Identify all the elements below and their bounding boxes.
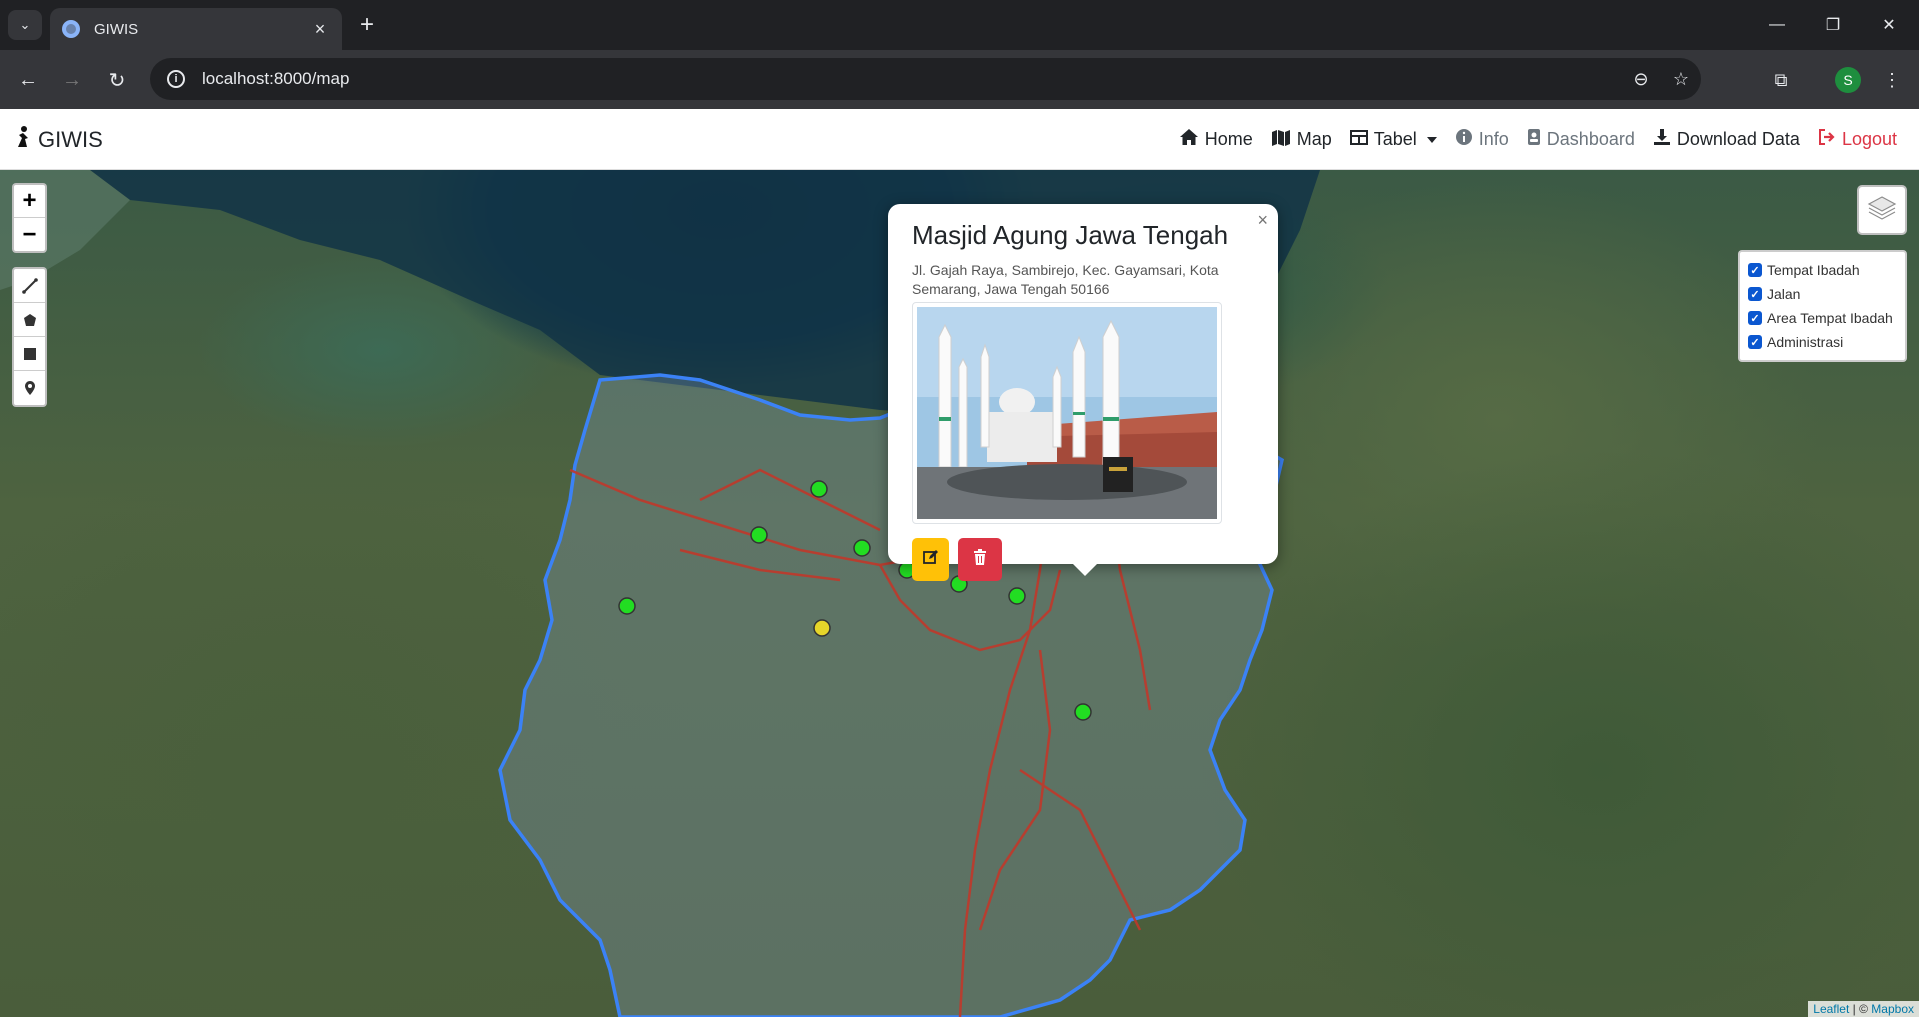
extensions-icon[interactable]: ⧉ [1765,64,1797,96]
info-icon [1455,128,1473,151]
layers-icon [1867,195,1897,226]
layer-toggle-area-tempat-ibadah[interactable]: ✓ Area Tempat Ibadah [1748,306,1897,330]
minimize-button[interactable]: — [1749,0,1805,50]
logout-icon [1818,129,1836,150]
edit-button[interactable] [912,538,949,581]
zoom-icon[interactable]: ⊖ [1621,69,1661,90]
reload-button[interactable]: ↻ [101,64,133,96]
close-window-button[interactable]: ✕ [1861,0,1917,50]
nav-tabel-dropdown[interactable]: Tabel [1349,129,1437,150]
id-badge-icon [1527,128,1541,151]
map-canvas[interactable]: + − ✓ Tempat Ibadah ✓ Jalan ✓ Area Tempat I… [0,170,1919,1017]
layer-toggle-administrasi[interactable]: ✓ Administrasi [1748,330,1897,354]
close-icon[interactable]: × [1257,210,1268,231]
tab-title: GIWIS [94,20,139,38]
zoom-in-button[interactable]: + [14,185,45,218]
menu-kebab-icon[interactable]: ⋮ [1876,64,1908,96]
layers-control-button[interactable] [1857,185,1907,235]
map-icon [1271,128,1291,151]
browser-toolbar: ← → ↻ i localhost:8000/map ⊖ ☆ ⧉ S ⋮ [0,50,1919,109]
nav-download-data[interactable]: Download Data [1653,128,1800,151]
address-bar[interactable]: i localhost:8000/map ⊖ ☆ [150,58,1701,100]
leaflet-link[interactable]: Leaflet [1813,1002,1849,1016]
draw-polyline-icon[interactable] [14,269,45,303]
checkbox-checked-icon[interactable]: ✓ [1748,287,1762,301]
app-navbar: GIWIS Home Map Tabel Info Dashboard Down… [0,109,1919,170]
brand-logo[interactable]: GIWIS [14,126,103,154]
draw-polygon-icon[interactable] [14,303,45,337]
checkbox-checked-icon[interactable]: ✓ [1748,311,1762,325]
draw-rectangle-icon[interactable] [14,337,45,371]
nav-dashboard[interactable]: Dashboard [1527,128,1635,151]
delete-button[interactable] [958,538,1002,581]
browser-tab[interactable]: GIWIS × [50,8,342,50]
edit-icon [922,549,939,570]
download-icon [1653,128,1671,151]
tab-search-button[interactable]: ⌄ [8,10,42,40]
chevron-down-icon [1426,136,1437,143]
layers-list: ✓ Tempat Ibadah ✓ Jalan ✓ Area Tempat Ibada… [1738,250,1907,362]
profile-avatar[interactable]: S [1832,64,1864,96]
brand-name: GIWIS [38,127,103,152]
layer-toggle-tempat-ibadah[interactable]: ✓ Tempat Ibadah [1748,258,1897,282]
zoom-out-button[interactable]: − [14,218,45,251]
forward-button[interactable]: → [56,64,88,96]
popup-title: Masjid Agung Jawa Tengah [912,220,1229,250]
url-text[interactable]: localhost:8000/map [202,69,1621,89]
close-tab-icon[interactable]: × [310,19,330,40]
layer-toggle-jalan[interactable]: ✓ Jalan [1748,282,1897,306]
attribution-separator: | © [1852,1002,1868,1016]
back-button[interactable]: ← [12,64,44,96]
restore-button[interactable]: ❐ [1805,0,1861,50]
draw-marker-icon[interactable] [14,371,45,405]
marker-popup: × Masjid Agung Jawa Tengah Jl. Gajah Ray… [888,204,1278,581]
new-tab-button[interactable]: + [352,10,382,40]
trash-icon [973,549,987,570]
praying-person-icon [14,126,32,154]
checkbox-checked-icon[interactable]: ✓ [1748,263,1762,277]
nav-map[interactable]: Map [1271,128,1332,151]
checkbox-checked-icon[interactable]: ✓ [1748,335,1762,349]
table-icon [1349,129,1368,150]
nav-home[interactable]: Home [1179,128,1253,151]
draw-toolbar [12,267,47,407]
mosque-photo [912,302,1222,524]
nav-logout[interactable]: Logout [1818,129,1897,150]
nav-info[interactable]: Info [1455,128,1509,151]
site-info-icon[interactable]: i [156,58,196,100]
popup-address: Jl. Gajah Raya, Sambirejo, Kec. Gayamsar… [912,262,1219,297]
home-icon [1179,128,1199,151]
bookmark-star-icon[interactable]: ☆ [1661,69,1701,90]
zoom-control: + − [12,183,47,253]
browser-tab-strip: ⌄ GIWIS × + — ❐ ✕ [0,0,1919,50]
globe-icon [62,20,80,38]
mapbox-link[interactable]: Mapbox [1871,1002,1914,1016]
map-attribution: Leaflet | © Mapbox [1808,1001,1919,1017]
